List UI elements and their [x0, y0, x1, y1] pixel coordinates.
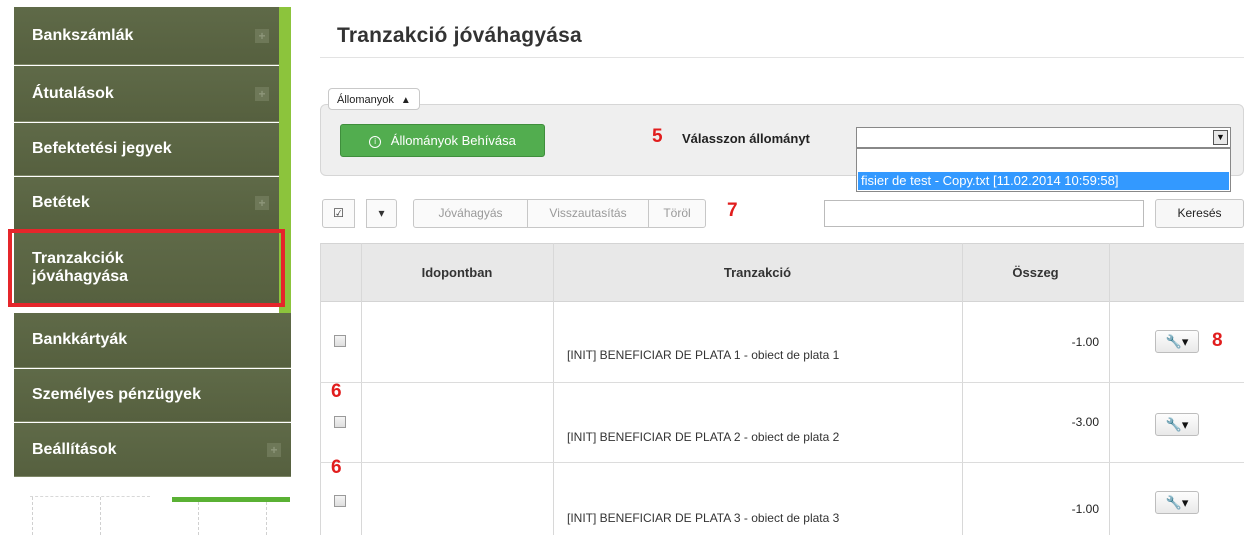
delete-label: Töröl — [663, 206, 691, 220]
sidebar-item-tranzakciok-jovahagyasa[interactable]: Tranzakciók jóváhagyása — [14, 231, 279, 305]
select-all-button[interactable]: ☑ — [322, 199, 355, 228]
wrench-dropdown-button[interactable]: 🔧▾ — [1155, 491, 1199, 514]
divider — [266, 497, 267, 535]
dropdown-option[interactable]: fisier de test - Copy.txt [11.02.2014 10… — [858, 172, 1229, 190]
sidebar-item-bankszamlak[interactable]: Bankszámlák + — [14, 7, 279, 65]
column-header-transaction[interactable]: Tranzakció — [553, 243, 962, 302]
sidebar-accent-bar — [279, 7, 291, 313]
annotation-number: 6 — [331, 381, 342, 402]
expand-plus-icon[interactable]: + — [267, 442, 281, 457]
info-icon: i — [369, 136, 382, 148]
divider — [320, 57, 1244, 58]
divider — [962, 243, 963, 535]
delete-button[interactable]: Töröl — [648, 199, 706, 228]
chevron-down-icon[interactable]: ▼ — [1213, 130, 1228, 145]
files-tab-label: Állomanyok — [337, 94, 394, 106]
expand-plus-icon[interactable]: + — [255, 196, 269, 210]
sidebar-item-bankkartyak[interactable]: Bankkártyák — [14, 313, 291, 368]
sidebar-item-label: Átutalások — [32, 84, 114, 102]
chevron-down-icon: ▾ — [378, 206, 385, 220]
sidebar-item-betetek[interactable]: Betétek + — [14, 177, 279, 230]
transaction-text: [INIT] BENEFICIAR DE PLATA 2 - obiect de… — [567, 430, 840, 444]
page-title: Tranzakció jóváhagyása — [337, 24, 582, 47]
divider — [1109, 243, 1110, 535]
chevron-up-icon: ▲ — [400, 95, 411, 106]
sidebar-item-label: Befektetési jegyek — [32, 140, 172, 157]
sidebar-item-label: Bankkártyák — [32, 331, 128, 348]
annotation-number: 5 — [652, 126, 663, 147]
divider — [32, 497, 33, 535]
sidebar-item-label: Betétek — [32, 194, 90, 211]
transaction-text: [INIT] BENEFICIAR DE PLATA 1 - obiect de… — [567, 348, 840, 362]
transaction-text: [INIT] BENEFICIAR DE PLATA 3 - obiect de… — [567, 511, 840, 525]
select-dropdown-button[interactable]: ▾ — [366, 199, 397, 228]
wrench-dropdown-button[interactable]: 🔧▾ — [1155, 413, 1199, 436]
amount-value: -1.00 — [1071, 335, 1099, 349]
annotation-number: 7 — [727, 200, 738, 221]
sidebar-item-befektetesi-jegyek[interactable]: Befektetési jegyek — [14, 123, 279, 176]
file-select[interactable]: ▼ — [856, 127, 1231, 148]
search-button-label: Keresés — [1177, 206, 1222, 220]
wrench-icon: 🔧▾ — [1165, 334, 1189, 349]
row-checkbox[interactable] — [334, 416, 346, 428]
search-input[interactable] — [824, 200, 1144, 227]
green-bar — [172, 497, 290, 502]
divider — [100, 497, 101, 535]
select-file-label: Válasszon állományt — [682, 131, 810, 146]
column-header-time[interactable]: Idopontban — [361, 243, 553, 302]
sidebar-item-szemelyes-penzugyek[interactable]: Személyes pénzügyek — [14, 369, 291, 422]
divider — [198, 497, 199, 535]
reject-button[interactable]: Visszautasítás — [527, 199, 649, 228]
wrench-icon: 🔧▾ — [1165, 495, 1189, 510]
amount-value: -1.00 — [1071, 502, 1099, 516]
approve-label: Jóváhagyás — [438, 206, 503, 220]
sidebar-item-label: Bankszámlák — [32, 26, 134, 44]
sidebar-item-label: Személyes pénzügyek — [32, 386, 201, 403]
divider — [320, 382, 1244, 383]
annotation-number: 6 — [331, 457, 342, 478]
divider — [553, 243, 554, 535]
divider — [320, 243, 321, 535]
files-toggle-tab[interactable]: Állomanyok ▲ — [328, 88, 420, 110]
divider — [30, 496, 150, 497]
divider — [361, 243, 362, 535]
annotation-number: 8 — [1212, 330, 1223, 351]
expand-plus-icon[interactable]: + — [255, 86, 269, 101]
checkbox-icon: ☑ — [333, 206, 344, 220]
search-button[interactable]: Keresés — [1155, 199, 1244, 228]
sidebar-item-beallitasok[interactable]: Beállítások + — [14, 423, 291, 477]
reject-label: Visszautasítás — [549, 206, 627, 220]
row-checkbox[interactable] — [334, 335, 346, 347]
load-files-label: Állományok Behívása — [390, 133, 516, 148]
wrench-dropdown-button[interactable]: 🔧▾ — [1155, 330, 1199, 353]
load-files-button[interactable]: i Állományok Behívása — [340, 124, 545, 157]
sidebar-item-atutalasok[interactable]: Átutalások + — [14, 66, 279, 122]
row-checkbox[interactable] — [334, 495, 346, 507]
amount-value: -3.00 — [1071, 415, 1099, 429]
column-header-amount[interactable]: Összeg — [962, 243, 1109, 302]
divider — [320, 462, 1244, 463]
sidebar-item-label: Beállítások — [32, 440, 117, 458]
expand-plus-icon[interactable]: + — [255, 28, 269, 43]
approve-button[interactable]: Jóváhagyás — [413, 199, 528, 228]
wrench-icon: 🔧▾ — [1165, 417, 1189, 432]
sidebar-item-label: Tranzakciók jóváhagyása — [32, 249, 129, 285]
